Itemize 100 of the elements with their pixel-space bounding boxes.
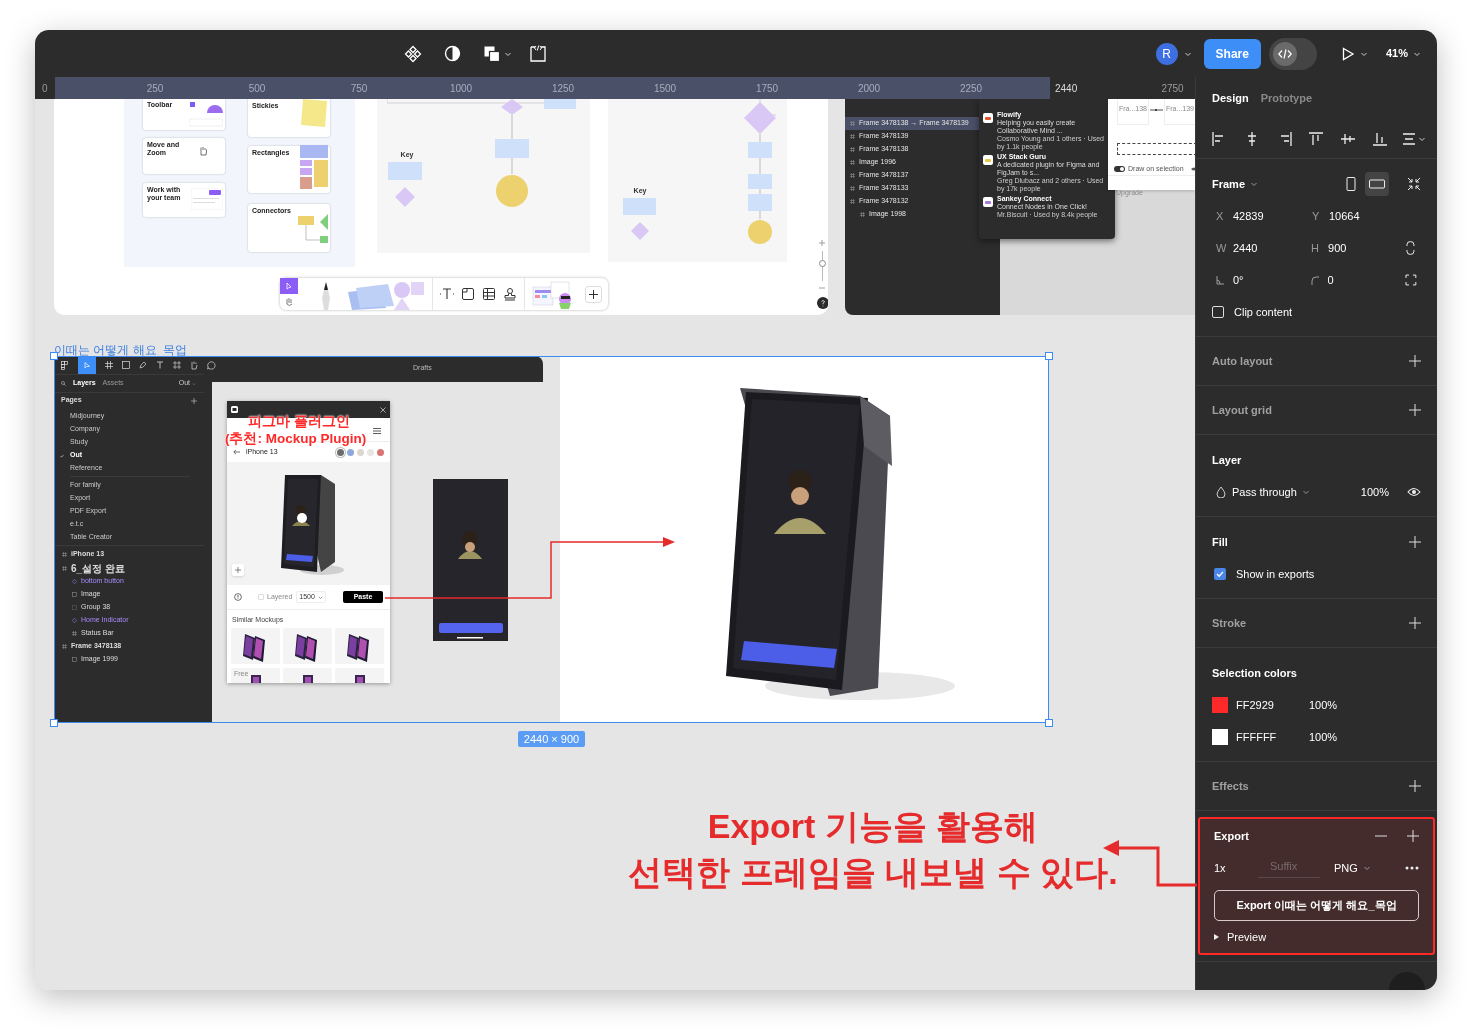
panel-tab[interactable]: Design	[1212, 89, 1249, 107]
number-field[interactable]: 0°	[1216, 271, 1311, 289]
plus-icon[interactable]	[1409, 404, 1421, 416]
number-field[interactable]: W 2440	[1216, 239, 1312, 257]
distribute-icon[interactable]	[1402, 131, 1416, 146]
menu-icon[interactable]	[373, 428, 381, 434]
hand-icon	[198, 146, 208, 156]
frame-icon	[850, 147, 855, 152]
hand-tool-icon[interactable]	[190, 360, 198, 370]
components-tool-icon[interactable]	[173, 361, 181, 369]
frame-type-dropdown[interactable]: Frame	[1212, 175, 1259, 193]
table-tool-icon[interactable]	[481, 286, 497, 302]
figma-menu-icon[interactable]	[61, 360, 69, 370]
thumbnail[interactable]	[283, 628, 332, 664]
color-swatch[interactable]	[377, 448, 384, 456]
more-options-icon[interactable]	[1405, 866, 1419, 870]
plus-icon[interactable]	[1409, 355, 1421, 367]
ruler-label: 2250	[959, 82, 983, 94]
search-icon[interactable]	[61, 381, 66, 386]
resize-handle[interactable]	[1045, 352, 1053, 360]
color-swatch[interactable]	[347, 448, 354, 456]
help-button[interactable]	[817, 297, 828, 309]
plus-icon[interactable]	[1409, 780, 1421, 792]
annotation-text: (추천: Mockup Plugin)	[225, 430, 367, 448]
section-tool-icon[interactable]	[460, 286, 476, 302]
ruler-label: 2750	[1161, 82, 1184, 94]
number-field[interactable]: X 42839	[1216, 207, 1312, 225]
thumbnail[interactable]	[335, 668, 384, 683]
color-swatch[interactable]	[367, 448, 374, 456]
rectangle-tool-icon[interactable]	[122, 361, 130, 369]
scale-dropdown[interactable]: 1x	[1214, 859, 1258, 877]
section-title: Layout grid	[1212, 402, 1272, 418]
plus-icon[interactable]	[1407, 830, 1419, 842]
back-arrow-icon[interactable]	[233, 449, 240, 455]
color-opacity[interactable]: 100%	[1309, 728, 1338, 746]
blend-mode-dropdown[interactable]: Pass through	[1232, 483, 1310, 501]
info-icon[interactable]	[234, 593, 242, 601]
plus-icon[interactable]	[1409, 536, 1421, 548]
image-icon	[72, 657, 77, 662]
export-button[interactable]: Export 이때는 어떻게 해요_목업	[1214, 890, 1419, 921]
independent-corners-icon[interactable]	[1405, 274, 1417, 286]
resize-handle[interactable]	[50, 719, 58, 727]
component-icon	[72, 579, 77, 584]
show-in-exports-checkbox[interactable]: Show in exports	[1214, 565, 1315, 583]
play-icon[interactable]	[1340, 46, 1355, 61]
format-dropdown[interactable]: PNG	[1334, 859, 1371, 877]
panel-tab[interactable]: Prototype	[1260, 89, 1313, 107]
code-frame-icon[interactable]	[528, 44, 548, 63]
number-field[interactable]: H 900	[1311, 239, 1407, 257]
comment-tool-icon[interactable]	[207, 360, 216, 370]
plus-icon[interactable]	[1409, 617, 1421, 629]
thumbnail[interactable]	[231, 628, 280, 664]
color-swatch[interactable]	[337, 448, 344, 456]
color-swatch[interactable]	[1212, 729, 1228, 745]
opacity-field[interactable]: 100%	[1360, 483, 1389, 501]
plus-icon[interactable]	[191, 397, 197, 404]
resize-handle[interactable]	[1045, 719, 1053, 727]
text-tool-icon[interactable]	[439, 286, 455, 302]
eye-icon[interactable]	[1407, 487, 1421, 497]
landscape-button[interactable]	[1365, 172, 1389, 196]
pen-tool-icon[interactable]	[139, 361, 147, 369]
color-swatch[interactable]	[357, 448, 364, 456]
section-title: Effects	[1212, 778, 1249, 794]
section-title: Fill	[1212, 534, 1228, 550]
thumbnail[interactable]	[335, 628, 384, 664]
contrast-icon[interactable]	[444, 45, 461, 62]
constrain-proportions-icon[interactable]	[1406, 241, 1415, 255]
zoom-slider-thumb[interactable]	[819, 259, 826, 267]
component-icon[interactable]	[404, 44, 422, 63]
blend-mode-icon[interactable]	[1216, 486, 1226, 498]
ruler-label: 1000	[449, 82, 473, 94]
landscape-frame-icon	[1369, 178, 1385, 190]
text-tool-icon[interactable]	[156, 361, 164, 369]
dev-mode-toggle[interactable]	[1268, 37, 1317, 70]
plus-icon	[588, 288, 599, 300]
user-avatar[interactable]: R	[1155, 42, 1178, 65]
thumbnail[interactable]	[283, 668, 332, 683]
clip-content-checkbox[interactable]: Clip content	[1212, 303, 1293, 321]
shapes-icon[interactable]	[483, 44, 501, 63]
align-top-icon[interactable]	[1306, 130, 1326, 147]
number-field[interactable]: 0	[1310, 271, 1406, 289]
stamp-tool-icon[interactable]	[502, 286, 518, 302]
color-hex[interactable]: FFFFFF	[1236, 728, 1309, 746]
zoom-level[interactable]: 41%	[1385, 45, 1408, 62]
chevron-down-icon[interactable]	[317, 594, 323, 600]
toggle-switch[interactable]	[1114, 166, 1125, 173]
number-field[interactable]: Y 10664	[1312, 207, 1408, 225]
suffix-field[interactable]: Suffix	[1258, 857, 1320, 879]
frame-icon	[850, 199, 855, 204]
close-icon[interactable]	[380, 406, 386, 413]
frame-tool-icon[interactable]	[105, 361, 113, 369]
sticky-note-illustration	[300, 99, 328, 128]
layer-row[interactable]: 6_설정 완료	[54, 561, 204, 575]
add-button[interactable]	[585, 285, 602, 303]
align-bottom-icon[interactable]	[1370, 130, 1390, 147]
resize-to-fit-icon[interactable]	[1407, 177, 1421, 191]
color-hex[interactable]: FF2929	[1236, 696, 1309, 714]
color-swatch[interactable]	[1212, 697, 1228, 713]
color-opacity[interactable]: 100%	[1309, 696, 1338, 714]
preview-toggle[interactable]: Preview	[1214, 928, 1267, 946]
